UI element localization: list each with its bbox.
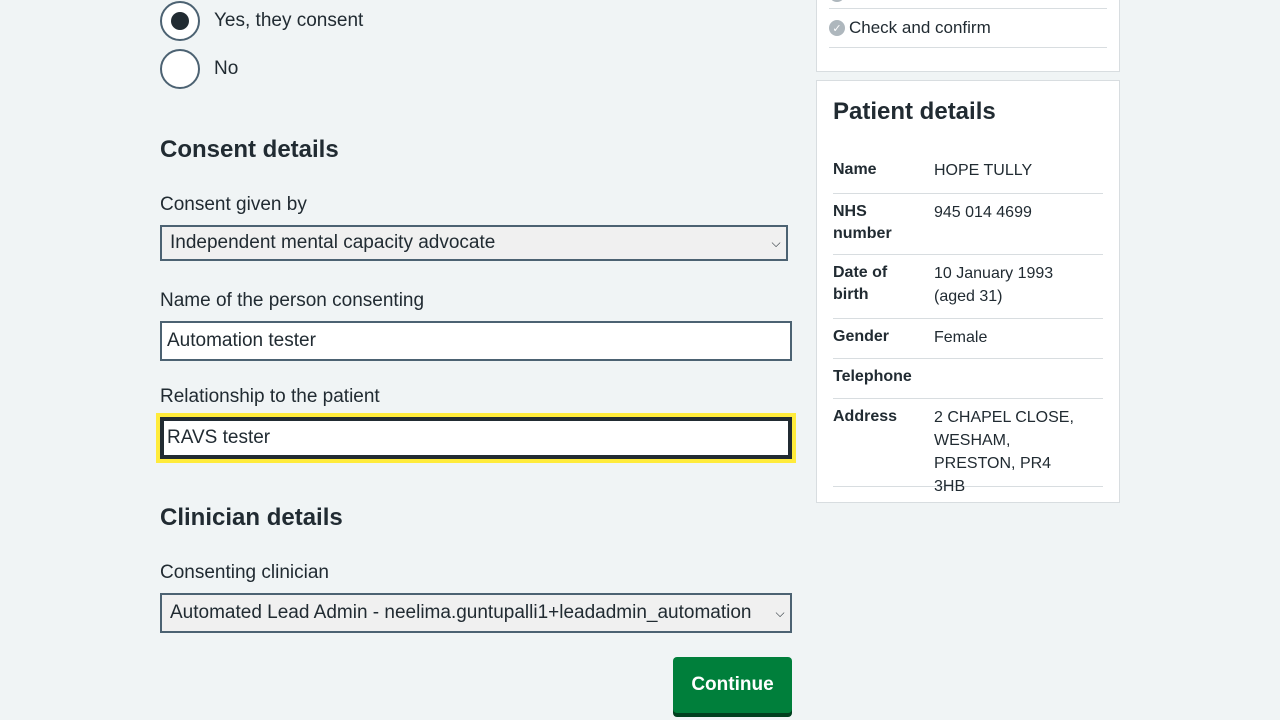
person-consenting-label: Name of the person consenting [160,290,425,311]
consent-details-heading: Consent details [160,136,339,163]
radio-yes-consent[interactable]: Yes, they consent [160,1,363,41]
summary-value: 10 January 1993 (aged 31) [934,265,1054,305]
radio-no-consent[interactable]: No [160,49,238,89]
summary-row-nhs-number: NHS number 945 014 4699 [833,194,1103,255]
summary-value: 945 014 4699 [934,204,1032,221]
summary-key: Date of birth [833,264,888,303]
consenting-clinician-value: Automated Lead Admin - neelima.guntupall… [170,602,752,623]
consent-given-by-label: Consent given by [160,194,307,215]
summary-key: Gender [833,328,890,345]
relationship-input[interactable]: RAVS tester [160,417,792,459]
patient-details-panel: Patient details Name HOPE TULLY NHS numb… [816,80,1120,503]
radio-label-no: No [214,58,239,79]
summary-value: Female [934,329,988,346]
summary-value: 2 CHAPEL CLOSE, WESHAM, PRESTON, PR4 3HB [934,409,1074,495]
task-list-panel: ✓ ✓ Check and confirm [816,0,1120,72]
consent-given-by-value: Independent mental capacity advocate [170,232,496,253]
summary-row-name: Name HOPE TULLY [833,156,1103,194]
consent-given-by-select[interactable]: Independent mental capacity advocate ⌵ [160,225,788,261]
task-list-item-label: Check and confirm [849,18,991,37]
radio-button-no[interactable] [160,49,200,89]
check-icon: ✓ [829,0,845,2]
summary-key: Address [833,408,898,425]
consenting-clinician-label: Consenting clinician [160,562,329,583]
summary-key: NHS number [833,203,892,242]
task-list-item-check-confirm[interactable]: ✓ Check and confirm [829,9,1107,48]
chevron-down-icon: ⌵ [775,605,785,620]
patient-details-heading: Patient details [833,98,996,125]
continue-button[interactable]: Continue [673,657,792,713]
relationship-label: Relationship to the patient [160,386,380,407]
chevron-down-icon: ⌵ [771,235,781,250]
summary-key: Name [833,161,877,178]
summary-row-gender: Gender Female [833,319,1103,359]
task-list-item-previous[interactable]: ✓ [829,0,1107,9]
check-icon: ✓ [829,20,845,36]
summary-key: Telephone [833,368,912,385]
summary-row-telephone: Telephone [833,359,1103,399]
clinician-details-heading: Clinician details [160,504,343,531]
consenting-clinician-select[interactable]: Automated Lead Admin - neelima.guntupall… [160,593,792,633]
radio-button-yes[interactable] [160,1,200,41]
summary-row-address: Address 2 CHAPEL CLOSE, WESHAM, PRESTON,… [833,399,1103,495]
summary-value: HOPE TULLY [934,162,1033,179]
summary-row-date-of-birth: Date of birth 10 January 1993 (aged 31) [833,255,1103,319]
person-consenting-input[interactable]: Automation tester [160,321,792,361]
radio-label-yes: Yes, they consent [214,10,364,31]
